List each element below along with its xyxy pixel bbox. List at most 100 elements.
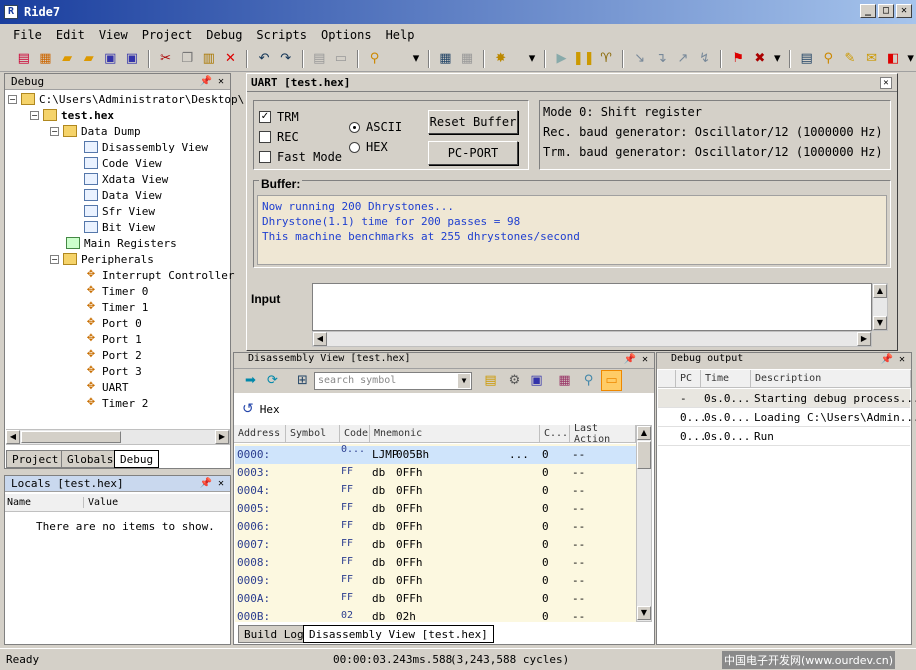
breakpoint-flag-icon[interactable]: ⚑ [728,48,748,69]
output-row[interactable]: 0... 0s.0... Loading C:\Users\Admin... [658,408,916,427]
copy-icon[interactable]: ❐ [177,48,197,69]
delete-icon[interactable]: ✕ [221,48,241,69]
print-preview-icon[interactable]: ▤ [310,48,330,69]
scroll-thumb[interactable] [637,441,651,469]
scroll-up-icon[interactable]: ▲ [873,284,887,298]
scroll-down-icon[interactable]: ▼ [637,606,651,620]
pin-icon[interactable]: 📌 ✕ [624,354,649,365]
tree-item-timer2[interactable]: ✥ Timer 2 [84,395,149,411]
scroll-left-icon[interactable]: ◀ [6,430,20,444]
tree-item-port3[interactable]: ✥ Port 3 [84,363,142,379]
find-icon[interactable]: ⚲ [365,48,385,69]
go-to-icon[interactable]: ➡ [240,370,261,391]
ascii-radio[interactable]: ASCII [349,120,402,134]
tree-item-xdata-view[interactable]: Xdata View [84,171,168,187]
open-project-icon[interactable]: ▰ [79,48,99,69]
scroll-down-icon[interactable]: ▼ [873,316,887,330]
disassembly-row[interactable]: 0005: FF db 0FFh 0 -- [235,500,636,518]
rec-checkbox[interactable]: REC [259,130,299,144]
locals-col-name[interactable]: Name [7,497,31,508]
zoom-icon[interactable]: ⚲ [578,370,599,391]
col-time[interactable]: Time [701,370,751,388]
save-icon[interactable]: ▣ [526,370,547,391]
debug-start-icon[interactable]: ✸ [491,48,511,69]
fast-mode-checkbox[interactable]: Fast Mode [259,150,342,164]
uart-title-bar[interactable]: UART [test.hex] ✕ [247,74,897,92]
pin-icon[interactable]: 📌 ✕ [200,478,225,489]
cut-icon[interactable]: ✂ [156,48,176,69]
toolbar-dropdown-icon[interactable]: ▾ [526,48,537,69]
open-folder-icon[interactable]: ▰ [57,48,77,69]
col-last-action[interactable]: Last Action [570,423,636,445]
watch-icon[interactable]: ⚲ [818,48,838,69]
run-icon[interactable]: ▶ [552,48,572,69]
hex-toggle[interactable]: ↺ Hex [242,401,280,417]
disassembly-row[interactable]: 0007: FF db 0FFh 0 -- [235,536,636,554]
disassembly-row[interactable]: 0004: FF db 0FFh 0 -- [235,482,636,500]
paste-icon[interactable]: ▥ [199,48,219,69]
menu-options[interactable]: Options [314,28,379,42]
col-mnemonic[interactable]: Mnemonic [370,425,540,443]
reset-icon[interactable]: ♈ [596,48,616,69]
tree-item-code-view[interactable]: Code View [84,155,162,171]
dropdown-arrow-icon[interactable]: ▼ [458,374,470,388]
tree-item-sfr-view[interactable]: Sfr View [84,203,155,219]
save-icon[interactable]: ▣ [101,48,121,69]
new-file-icon[interactable]: ▤ [14,48,34,69]
new-project-icon[interactable]: ▦ [36,48,56,69]
collapse-icon[interactable]: − [50,254,59,264]
disassembly-row[interactable]: 0003: FF db 0FFh 0 -- [235,464,636,482]
menu-file[interactable]: File [6,28,49,42]
uart-input-field[interactable] [312,283,872,331]
tree-item-uart[interactable]: ✥ UART [84,379,129,395]
extra-icon[interactable]: ◧ [883,48,903,69]
hex-radio[interactable]: HEX [349,140,388,154]
tab-build-log[interactable]: Build Log [238,625,310,643]
tree-item-interrupt-controller[interactable]: ✥ Interrupt Controller [84,267,235,283]
maximize-button[interactable]: □ [878,4,894,18]
reset-buffer-button[interactable]: Reset Buffer [428,110,518,134]
collapse-icon[interactable]: − [50,126,59,136]
collapse-icon[interactable]: − [8,94,17,104]
step-over-icon[interactable]: ↴ [652,48,672,69]
clear-breakpoints-icon[interactable]: ✖ [750,48,770,69]
col-symbol[interactable]: Symbol [286,425,340,443]
close-button[interactable]: ✕ [896,4,912,18]
disassembly-row[interactable]: 0009: FF db 0FFh 0 -- [235,572,636,590]
tree-item-main-registers[interactable]: Main Registers [66,235,177,251]
menu-edit[interactable]: Edit [49,28,92,42]
tab-project[interactable]: Project [6,450,65,468]
menu-scripts[interactable]: Scripts [249,28,314,42]
tab-disassembly-view[interactable]: Disassembly View [test.hex] [303,625,494,643]
options-icon[interactable]: ⚙ [504,370,525,391]
tree-item-disassembly-view[interactable]: Disassembly View [84,139,208,155]
col-code[interactable]: Code [340,425,370,443]
disassembly-row[interactable]: 0000: 0... LJMP 005Bh... 0 -- [235,444,636,464]
build-icon[interactable]: ▦ [436,48,456,69]
run-to-cursor-icon[interactable]: ↯ [695,48,715,69]
disassembly-row[interactable]: 000B: 02 db 02h 0 -- [235,608,636,626]
pc-port-button[interactable]: PC-PORT [428,141,518,165]
display-icon[interactable]: ▦ [554,370,575,391]
menu-project[interactable]: Project [135,28,200,42]
memory-icon[interactable]: ▤ [797,48,817,69]
undo-icon[interactable]: ↶ [254,48,274,69]
redo-icon[interactable]: ↷ [276,48,296,69]
col-address[interactable]: Address [234,425,286,443]
search-symbol-input[interactable]: search symbol ▼ [314,372,472,390]
uart-close-button[interactable]: ✕ [880,77,892,89]
output-row[interactable]: 0... 0s.0... Run [658,427,910,446]
notes-icon[interactable]: ✎ [840,48,860,69]
col-cycles[interactable]: C... [540,425,570,443]
locals-col-value[interactable]: Value [83,497,118,508]
tree-item-timer1[interactable]: ✥ Timer 1 [84,299,149,315]
pause-icon[interactable]: ❚❚ [573,48,595,69]
pin-icon[interactable]: 📌 ✕ [881,354,906,365]
minimize-button[interactable]: _ [860,4,876,18]
tree-item-port0[interactable]: ✥ Port 0 [84,315,142,331]
pin-icon[interactable]: 📌 ✕ [200,76,225,87]
tree-file[interactable]: − test.hex [30,107,114,123]
save-all-icon[interactable]: ▣ [122,48,142,69]
menu-view[interactable]: View [92,28,135,42]
scroll-left-icon[interactable]: ◀ [313,332,327,346]
